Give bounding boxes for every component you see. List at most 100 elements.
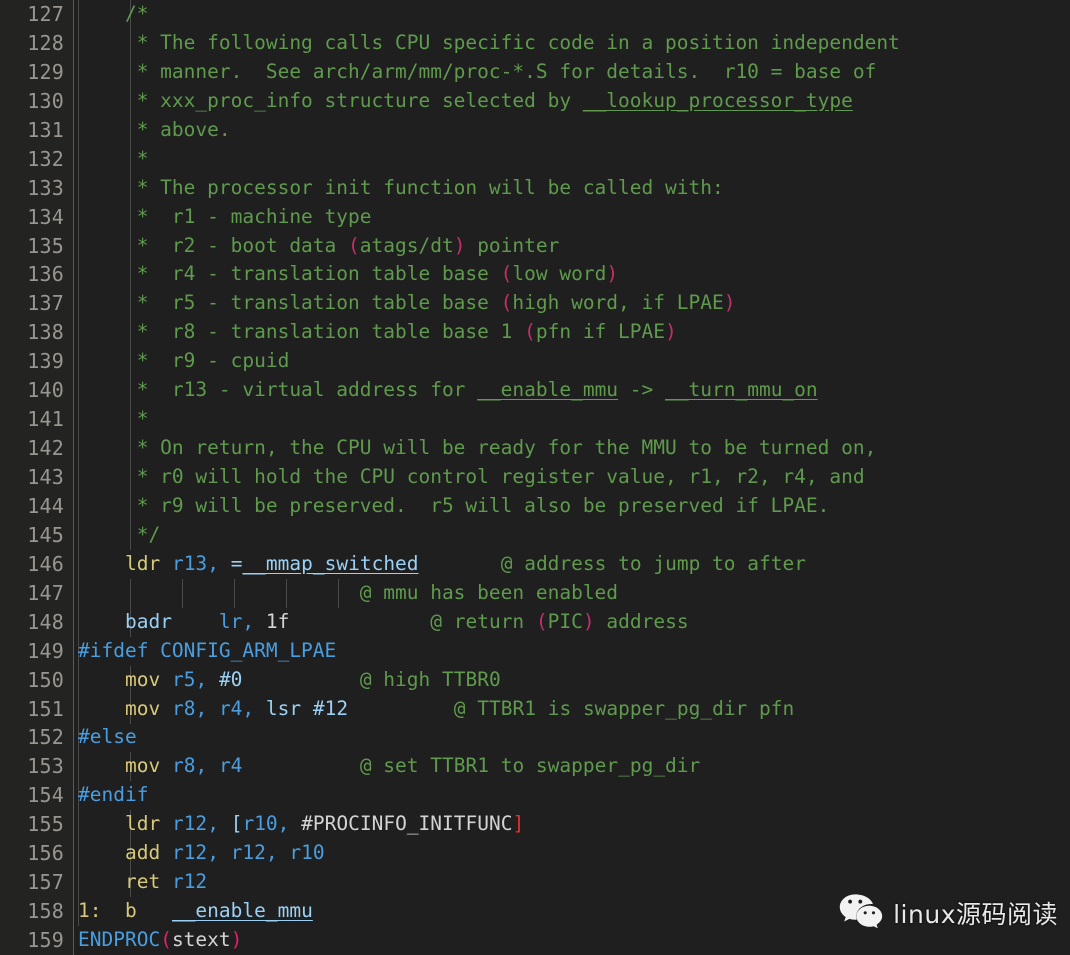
token-preprocessor: #ifdef CONFIG_ARM_LPAE [78,638,337,662]
line-number: 135 [27,233,64,258]
token-punct: , [207,551,219,575]
line-number: 153 [27,754,64,779]
code-line[interactable]: * r9 - cpuid [74,347,1070,376]
token-comment-link[interactable]: __turn_mmu_on [665,378,818,401]
token-register: r8 [171,754,196,778]
code-line[interactable]: * r4 - translation table base (low word) [74,260,1070,289]
code-line[interactable]: * r5 - translation table base (high word… [74,289,1070,318]
token-comment: * [78,407,149,431]
token-comment-link[interactable]: __enable_mmu [477,378,618,401]
code-line[interactable]: * The following calls CPU specific code … [74,29,1070,58]
token-punct: , [242,609,255,633]
line-number: 152 [27,725,64,750]
line-number: 141 [27,407,64,432]
token-comment: * manner. See arch/arm/mm/proc-*.S for d… [78,59,877,83]
code-line[interactable]: * r8 - translation table base 1 (pfn if … [74,318,1070,347]
line-number: 138 [27,320,64,345]
token-punct: , [195,754,208,778]
code-line[interactable]: mov r8, r4, lsr #12 @ TTBR1 is swapper_p… [74,695,1070,724]
line-number: 140 [27,378,64,403]
code-line[interactable]: * [74,405,1070,434]
code-line[interactable]: */ [74,521,1070,550]
token-comment: * r4 - translation table base [78,262,501,286]
token-bracket-open: [ [230,812,243,836]
token-symbol-link[interactable]: __mmap_switched [242,552,418,575]
token-comment: * r1 - machine type [78,204,372,228]
line-number: 132 [27,146,64,171]
code-line[interactable]: /* [74,0,1070,29]
line-number: 159 [27,928,64,952]
token-register: r13 [171,551,208,575]
line-number: 131 [27,117,64,142]
code-line[interactable]: * r1 - machine type [74,203,1070,232]
code-line[interactable]: ret r12 [74,868,1070,897]
token-plain: #PROCINFO_INITFUNC [289,812,513,836]
code-content[interactable]: /* * The following calls CPU specific co… [74,0,1070,955]
token-paren: ( [160,928,172,951]
code-line[interactable]: ldr r12, [r10, #PROCINFO_INITFUNC] [74,810,1070,839]
code-line[interactable]: * above. [74,116,1070,145]
token-paren: ) [723,291,736,315]
token-mnemonic: ret [124,870,161,894]
code-line[interactable]: * r13 - virtual address for __enable_mmu… [74,376,1070,405]
line-number: 127 [27,2,64,26]
code-line[interactable]: * The processor init function will be ca… [74,174,1070,203]
code-line[interactable]: * r0 will hold the CPU control register … [74,463,1070,492]
code-line[interactable]: * manner. See arch/arm/mm/proc-*.S for d… [74,58,1070,87]
code-line[interactable]: badr lr, 1f @ return (PIC) address [74,608,1070,637]
line-number: 145 [27,522,64,547]
code-line[interactable]: ldr r13, =__mmap_switched @ address to j… [74,550,1070,579]
token-paren: ) [453,233,466,257]
line-number: 137 [27,291,64,316]
token-comment: /* [78,2,149,25]
token-mnemonic: b [124,899,137,923]
token-comment: address [594,609,689,633]
code-line[interactable]: * r9 will be preserved. r5 will also be … [74,492,1070,521]
token-mnemonic: mov [124,754,161,778]
token-comment: pfn if LPAE [535,320,666,344]
code-line[interactable]: * [74,145,1070,174]
code-line[interactable]: * xxx_proc_info structure selected by __… [74,87,1070,116]
code-line[interactable]: ENDPROC(stext) [74,926,1070,955]
token-comment: * r0 will hold the CPU control register … [78,465,865,488]
code-line[interactable]: #ifdef CONFIG_ARM_LPAE [74,637,1070,666]
token-comment: low word [512,262,607,286]
line-number: 146 [27,551,64,576]
line-number: 157 [27,870,64,895]
line-number: 130 [27,88,64,113]
code-line[interactable]: * r2 - boot data (atags/dt) pointer [74,232,1070,261]
token-comment: * On return, the CPU will be ready for t… [78,436,877,460]
code-line[interactable]: @ mmu has been enabled [74,579,1070,608]
token-symbol-link[interactable]: __enable_mmu [172,899,313,922]
code-line[interactable]: add r12, r12, r10 [74,839,1070,868]
code-line[interactable]: mov r5, #0 @ high TTBR0 [74,666,1070,695]
token-comment: * r9 will be preserved. r5 will also be … [78,493,830,517]
code-line[interactable]: #endif [74,781,1070,810]
token-comment-link[interactable]: __lookup_processor_type [583,89,853,112]
code-line[interactable]: mov r8, r4 @ set TTBR1 to swapper_pg_dir [74,752,1070,781]
token-register: r12 [171,812,208,836]
line-number-gutter: 127 128 129 130 131 132 133 134 135 136 … [0,0,74,955]
token-comment: * above. [78,117,231,141]
code-line[interactable]: * On return, the CPU will be ready for t… [74,434,1070,463]
token-mnemonic: ldr [124,812,161,836]
token-bracket-close: ] [512,812,525,836]
token-comment: high word, if LPAE [512,291,724,315]
token-paren: ) [665,320,677,344]
line-number: 158 [27,899,64,924]
code-line[interactable]: #else [74,723,1070,752]
token-comment: @ return [289,609,536,633]
code-line[interactable]: 1: b __enable_mmu [74,897,1070,926]
line-number: 154 [27,783,64,808]
token-paren: ) [230,928,243,951]
